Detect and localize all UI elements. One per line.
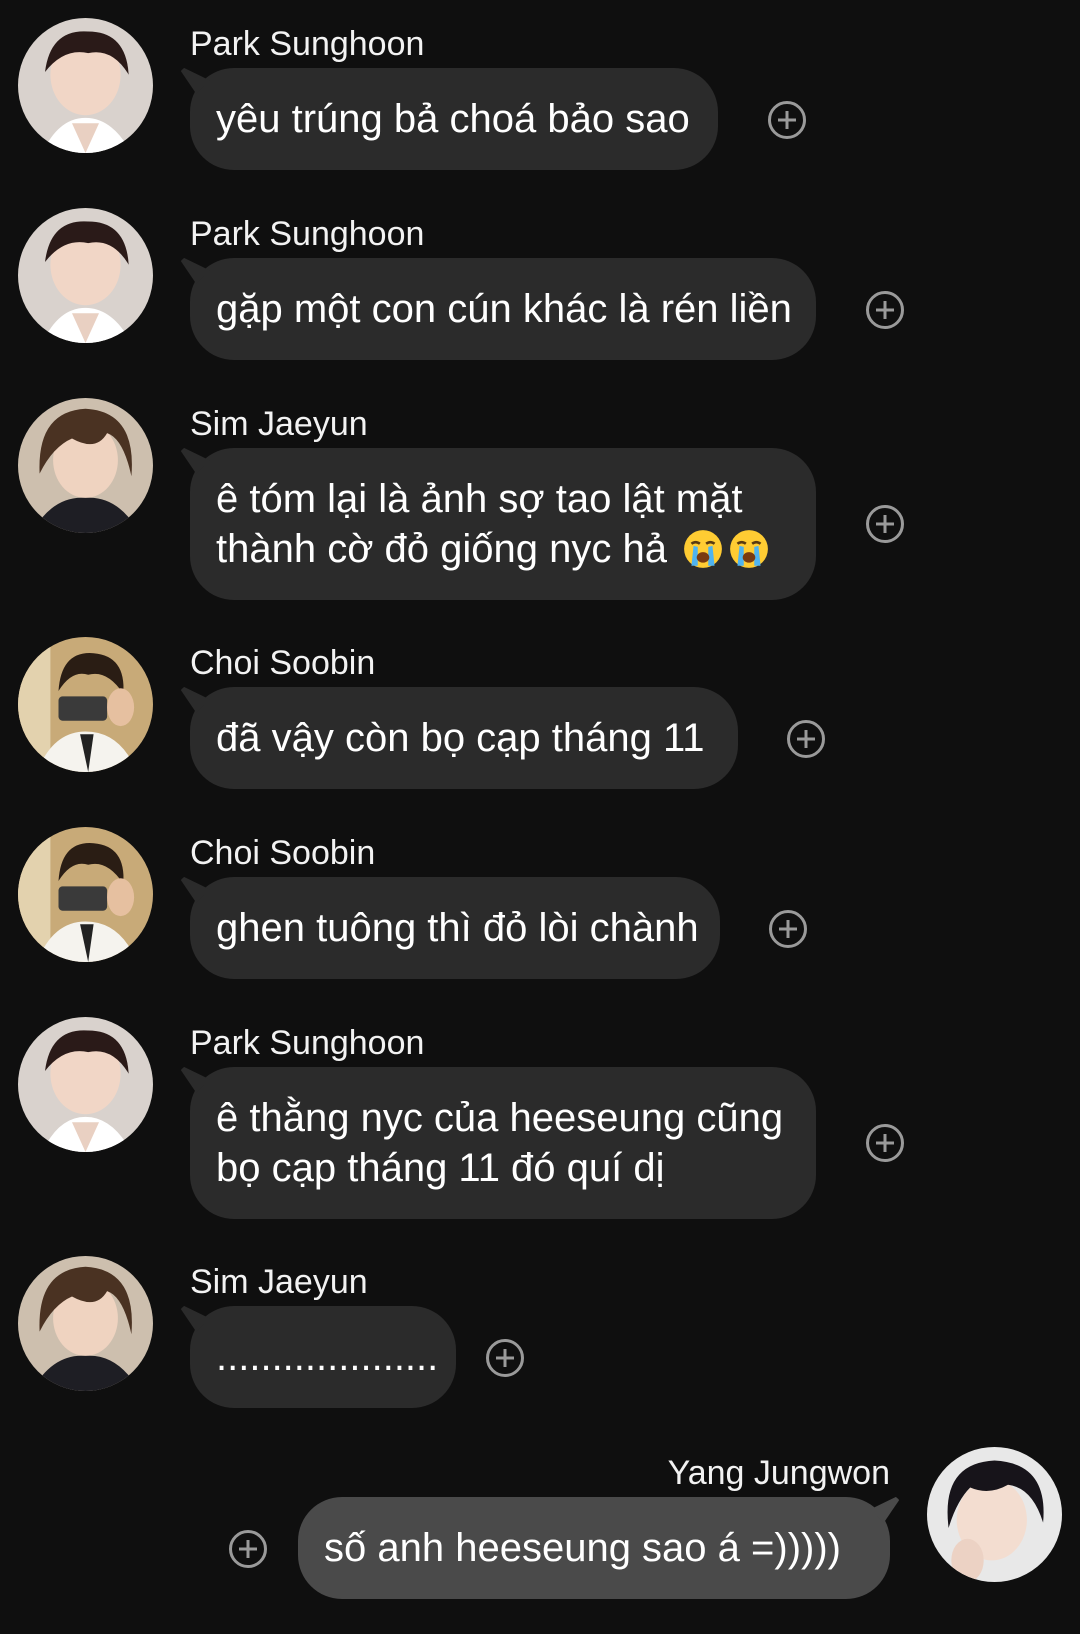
message-text-line-2: thành cờ đỏ giống nyc hả <box>216 524 790 574</box>
avatar-park-sunghoon[interactable] <box>18 1017 153 1152</box>
add-reaction-icon[interactable] <box>229 1530 267 1568</box>
message-text: thành cờ đỏ giống nyc hả <box>216 527 667 571</box>
sender-name: Park Sunghoon <box>190 215 425 253</box>
add-reaction-icon[interactable] <box>866 1124 904 1162</box>
message-text: số anh heeseung sao á =))))) <box>324 1526 841 1570</box>
sender-name: Sim Jaeyun <box>190 405 368 443</box>
message-text: ê thằng nyc của heeseung cũng <box>216 1096 784 1140</box>
avatar-choi-soobin[interactable] <box>18 637 153 772</box>
loudly-crying-face-icon <box>684 530 723 568</box>
avatar-image <box>18 18 153 153</box>
sender-name: Park Sunghoon <box>190 1024 425 1062</box>
chat-thread: Park Sunghoon yêu trúng bả choá bảo sao … <box>0 0 1080 1634</box>
add-reaction-icon[interactable] <box>486 1339 524 1377</box>
add-reaction-icon[interactable] <box>866 505 904 543</box>
sender-name: Sim Jaeyun <box>190 1263 368 1301</box>
avatar-sim-jaeyun[interactable] <box>18 398 153 533</box>
message-bubble[interactable]: yêu trúng bả choá bảo sao <box>190 68 718 170</box>
sender-name: Yang Jungwon <box>667 1454 890 1492</box>
avatar-image <box>18 208 153 343</box>
message-bubble[interactable]: đã vậy còn bọ cạp tháng 11 <box>190 687 738 789</box>
avatar-image <box>18 1256 153 1391</box>
avatar-sim-jaeyun[interactable] <box>18 1256 153 1391</box>
avatar-choi-soobin[interactable] <box>18 827 153 962</box>
message-text: ghen tuông thì đỏ lòi chành <box>216 906 699 950</box>
message-bubble[interactable]: ghen tuông thì đỏ lòi chành <box>190 877 720 979</box>
message-bubble[interactable]: ê thằng nyc của heeseung cũng bọ cạp thá… <box>190 1067 816 1219</box>
loudly-crying-face-icon <box>730 530 769 568</box>
message-text: yêu trúng bả choá bảo sao <box>216 97 690 141</box>
add-reaction-icon[interactable] <box>866 291 904 329</box>
message-bubble[interactable]: .................... <box>190 1306 456 1408</box>
message-text: ê tóm lại là ảnh sợ tao lật mặt <box>216 477 743 521</box>
avatar-park-sunghoon[interactable] <box>18 18 153 153</box>
message-bubble[interactable]: số anh heeseung sao á =))))) <box>298 1497 890 1599</box>
avatar-image <box>18 398 153 533</box>
sender-name: Choi Soobin <box>190 834 376 872</box>
sender-name: Park Sunghoon <box>190 25 425 63</box>
avatar-image <box>18 1017 153 1152</box>
avatar-image <box>18 637 153 772</box>
sender-name: Choi Soobin <box>190 644 376 682</box>
add-reaction-icon[interactable] <box>768 101 806 139</box>
add-reaction-icon[interactable] <box>787 720 825 758</box>
message-bubble[interactable]: gặp một con cún khác là rén liền <box>190 258 816 360</box>
avatar-park-sunghoon[interactable] <box>18 208 153 343</box>
message-text: đã vậy còn bọ cạp tháng 11 <box>216 716 705 760</box>
message-text: .................... <box>216 1335 439 1379</box>
avatar-image <box>18 827 153 962</box>
avatar-yang-jungwon[interactable] <box>927 1447 1062 1582</box>
message-text: bọ cạp tháng 11 đó quí dị <box>216 1146 665 1190</box>
message-text: gặp một con cún khác là rén liền <box>216 287 792 331</box>
add-reaction-icon[interactable] <box>769 910 807 948</box>
message-bubble[interactable]: ê tóm lại là ảnh sợ tao lật mặt thành cờ… <box>190 448 816 600</box>
avatar-image <box>927 1447 1062 1582</box>
